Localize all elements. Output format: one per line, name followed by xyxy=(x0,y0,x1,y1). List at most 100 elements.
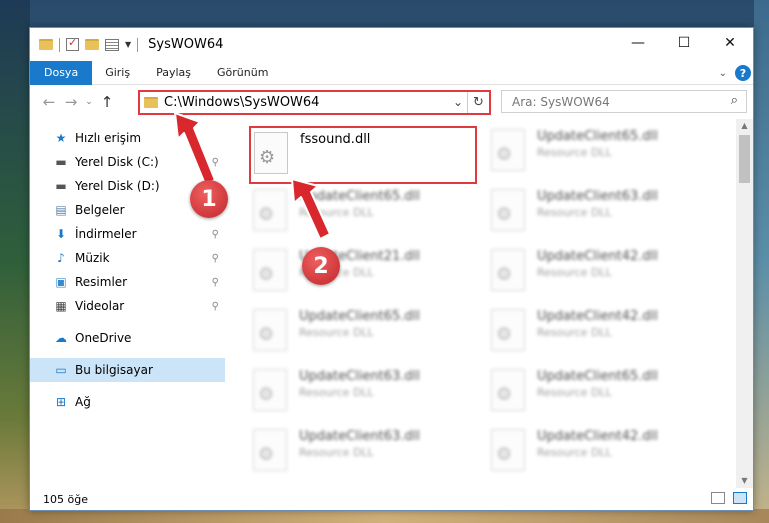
ribbon-tabs: Dosya Giriş Paylaş Görünüm ⌄ ? xyxy=(30,60,753,85)
file-type: Resource DLL xyxy=(537,386,612,399)
up-arrow-icon[interactable]: ↑ xyxy=(96,93,118,111)
sidebar-item-this-pc[interactable]: ▭ Bu bilgisayar xyxy=(30,358,225,382)
list-item[interactable]: UpdateClient65.dll Resource DLL xyxy=(253,185,473,235)
tab-giris[interactable]: Giriş xyxy=(92,61,143,85)
help-icon[interactable]: ? xyxy=(735,65,751,81)
sidebar-item-videos[interactable]: ▦ Videolar ⚲ xyxy=(30,294,225,318)
file-name: UpdateClient63.dll xyxy=(299,369,420,384)
window-controls: — ☐ ✕ xyxy=(615,28,753,58)
large-icons-view-icon[interactable] xyxy=(733,492,747,504)
dll-file-icon xyxy=(253,309,287,351)
dll-file-icon xyxy=(491,129,525,171)
sidebar-item-label: Resimler xyxy=(75,275,128,289)
network-icon: ⊞ xyxy=(55,395,67,409)
dll-file-icon xyxy=(253,249,287,291)
drive-icon: ▬ xyxy=(55,179,67,193)
forward-arrow-icon[interactable]: → xyxy=(60,93,82,111)
refresh-icon[interactable]: ↻ xyxy=(467,92,489,113)
file-tile-fssound[interactable]: fssound.dll xyxy=(249,126,477,184)
chevron-down-icon[interactable]: ⌄ xyxy=(453,95,463,109)
address-bar[interactable]: C:\Windows\SysWOW64 ⌄ ↻ xyxy=(138,90,491,115)
file-name: UpdateClient42.dll xyxy=(537,309,658,324)
file-type: Resource DLL xyxy=(537,206,612,219)
list-item[interactable]: UpdateClient63.dll Resource DLL xyxy=(491,185,711,235)
file-type: Resource DLL xyxy=(537,146,612,159)
dll-file-icon xyxy=(491,189,525,231)
pin-icon: ⚲ xyxy=(211,300,219,312)
sidebar-item-label: Müzik xyxy=(75,251,110,265)
scrollbar-thumb[interactable] xyxy=(739,135,750,183)
details-view-icon[interactable] xyxy=(711,492,725,504)
tab-gorunum[interactable]: Görünüm xyxy=(204,61,281,85)
list-item[interactable]: UpdateClient42.dll Resource DLL xyxy=(491,305,711,355)
dll-file-icon xyxy=(491,429,525,471)
back-arrow-icon[interactable]: ← xyxy=(38,93,60,111)
toolbar-separator xyxy=(137,37,139,52)
file-type: Resource DLL xyxy=(537,326,612,339)
list-item[interactable]: UpdateClient21.dllResource DLL xyxy=(253,245,473,295)
main-content: ★ Hızlı erişim ▬ Yerel Disk (C:) ⚲ ▬ Yer… xyxy=(30,119,753,488)
file-name: UpdateClient65.dll xyxy=(299,309,420,324)
star-icon: ★ xyxy=(55,131,67,145)
properties-check-icon[interactable] xyxy=(66,36,79,51)
vertical-scrollbar[interactable]: ▲ ▼ xyxy=(736,119,753,488)
customize-toolbar-icon[interactable] xyxy=(105,38,119,51)
folder-icon xyxy=(144,97,158,108)
tab-paylas[interactable]: Paylaş xyxy=(143,61,204,85)
dll-file-icon xyxy=(253,369,287,411)
scroll-down-icon[interactable]: ▼ xyxy=(736,474,753,488)
minimize-button[interactable]: — xyxy=(615,28,661,58)
search-icon[interactable]: ⌕ xyxy=(731,93,738,108)
sidebar-item-pictures[interactable]: ▣ Resimler ⚲ xyxy=(30,270,225,294)
sidebar-item-quick-access[interactable]: ★ Hızlı erişim xyxy=(30,126,225,150)
sidebar-item-local-disk-c[interactable]: ▬ Yerel Disk (C:) ⚲ xyxy=(30,150,225,174)
sidebar-item-downloads[interactable]: ⬇ İndirmeler ⚲ xyxy=(30,222,225,246)
close-button[interactable]: ✕ xyxy=(707,28,753,58)
tab-dosya[interactable]: Dosya xyxy=(30,60,93,85)
file-name: UpdateClient63.dll xyxy=(299,429,420,444)
file-name: fssound.dll xyxy=(300,132,371,147)
dll-file-icon xyxy=(491,369,525,411)
list-item[interactable]: UpdateClient63.dll Resource DLL xyxy=(253,365,473,415)
file-type: Resource DLL xyxy=(537,446,612,459)
sidebar-item-label: Hızlı erişim xyxy=(75,131,142,145)
window-title: SysWOW64 xyxy=(148,37,224,52)
status-bar: 105 öğe xyxy=(30,488,753,510)
sidebar-item-network[interactable]: ⊞ Ağ xyxy=(30,390,225,414)
search-input[interactable]: Ara: SysWOW64 ⌕ xyxy=(501,90,747,113)
maximize-button[interactable]: ☐ xyxy=(661,28,707,58)
documents-icon: ▤ xyxy=(55,203,67,217)
scroll-up-icon[interactable]: ▲ xyxy=(736,119,753,133)
music-icon: ♪ xyxy=(57,251,65,265)
list-item[interactable]: UpdateClient42.dll Resource DLL xyxy=(491,245,711,295)
file-name: UpdateClient63.dll xyxy=(537,189,658,204)
list-item[interactable]: UpdateClient42.dll Resource DLL xyxy=(491,425,711,475)
navigation-pane: ★ Hızlı erişim ▬ Yerel Disk (C:) ⚲ ▬ Yer… xyxy=(30,119,225,488)
list-item[interactable]: UpdateClient63.dll Resource DLL xyxy=(253,425,473,475)
sidebar-item-label: Ağ xyxy=(75,395,91,409)
file-type: Resource DLL xyxy=(299,326,374,339)
sidebar-item-music[interactable]: ♪ Müzik ⚲ xyxy=(30,246,225,270)
sidebar-item-label: Videolar xyxy=(75,299,125,313)
recent-locations-icon[interactable]: ⌄ xyxy=(82,97,96,107)
download-icon: ⬇ xyxy=(55,227,67,241)
file-name: UpdateClient42.dll xyxy=(537,429,658,444)
address-path[interactable]: C:\Windows\SysWOW64 xyxy=(164,95,319,110)
search-placeholder: Ara: SysWOW64 xyxy=(512,94,610,109)
chevron-down-icon[interactable]: ▼ xyxy=(125,40,131,49)
title-bar: ▼ SysWOW64 — ☐ ✕ xyxy=(30,28,753,61)
list-item[interactable]: UpdateClient65.dll Resource DLL xyxy=(253,305,473,355)
file-list: fssound.dll UpdateClient65.dll Resource D… xyxy=(225,119,753,488)
new-folder-icon[interactable] xyxy=(85,39,99,50)
pin-icon: ⚲ xyxy=(211,252,219,264)
expand-ribbon-icon[interactable]: ⌄ xyxy=(719,68,727,79)
list-item[interactable]: UpdateClient65.dll Resource DLL xyxy=(491,125,711,175)
dll-file-icon xyxy=(253,429,287,471)
dll-file-icon xyxy=(491,309,525,351)
sidebar-item-onedrive[interactable]: ☁ OneDrive xyxy=(30,326,225,350)
list-item[interactable]: UpdateClient65.dll Resource DLL xyxy=(491,365,711,415)
file-name: UpdateClient65.dll xyxy=(299,189,420,204)
file-type: Resource DLL xyxy=(537,266,612,279)
